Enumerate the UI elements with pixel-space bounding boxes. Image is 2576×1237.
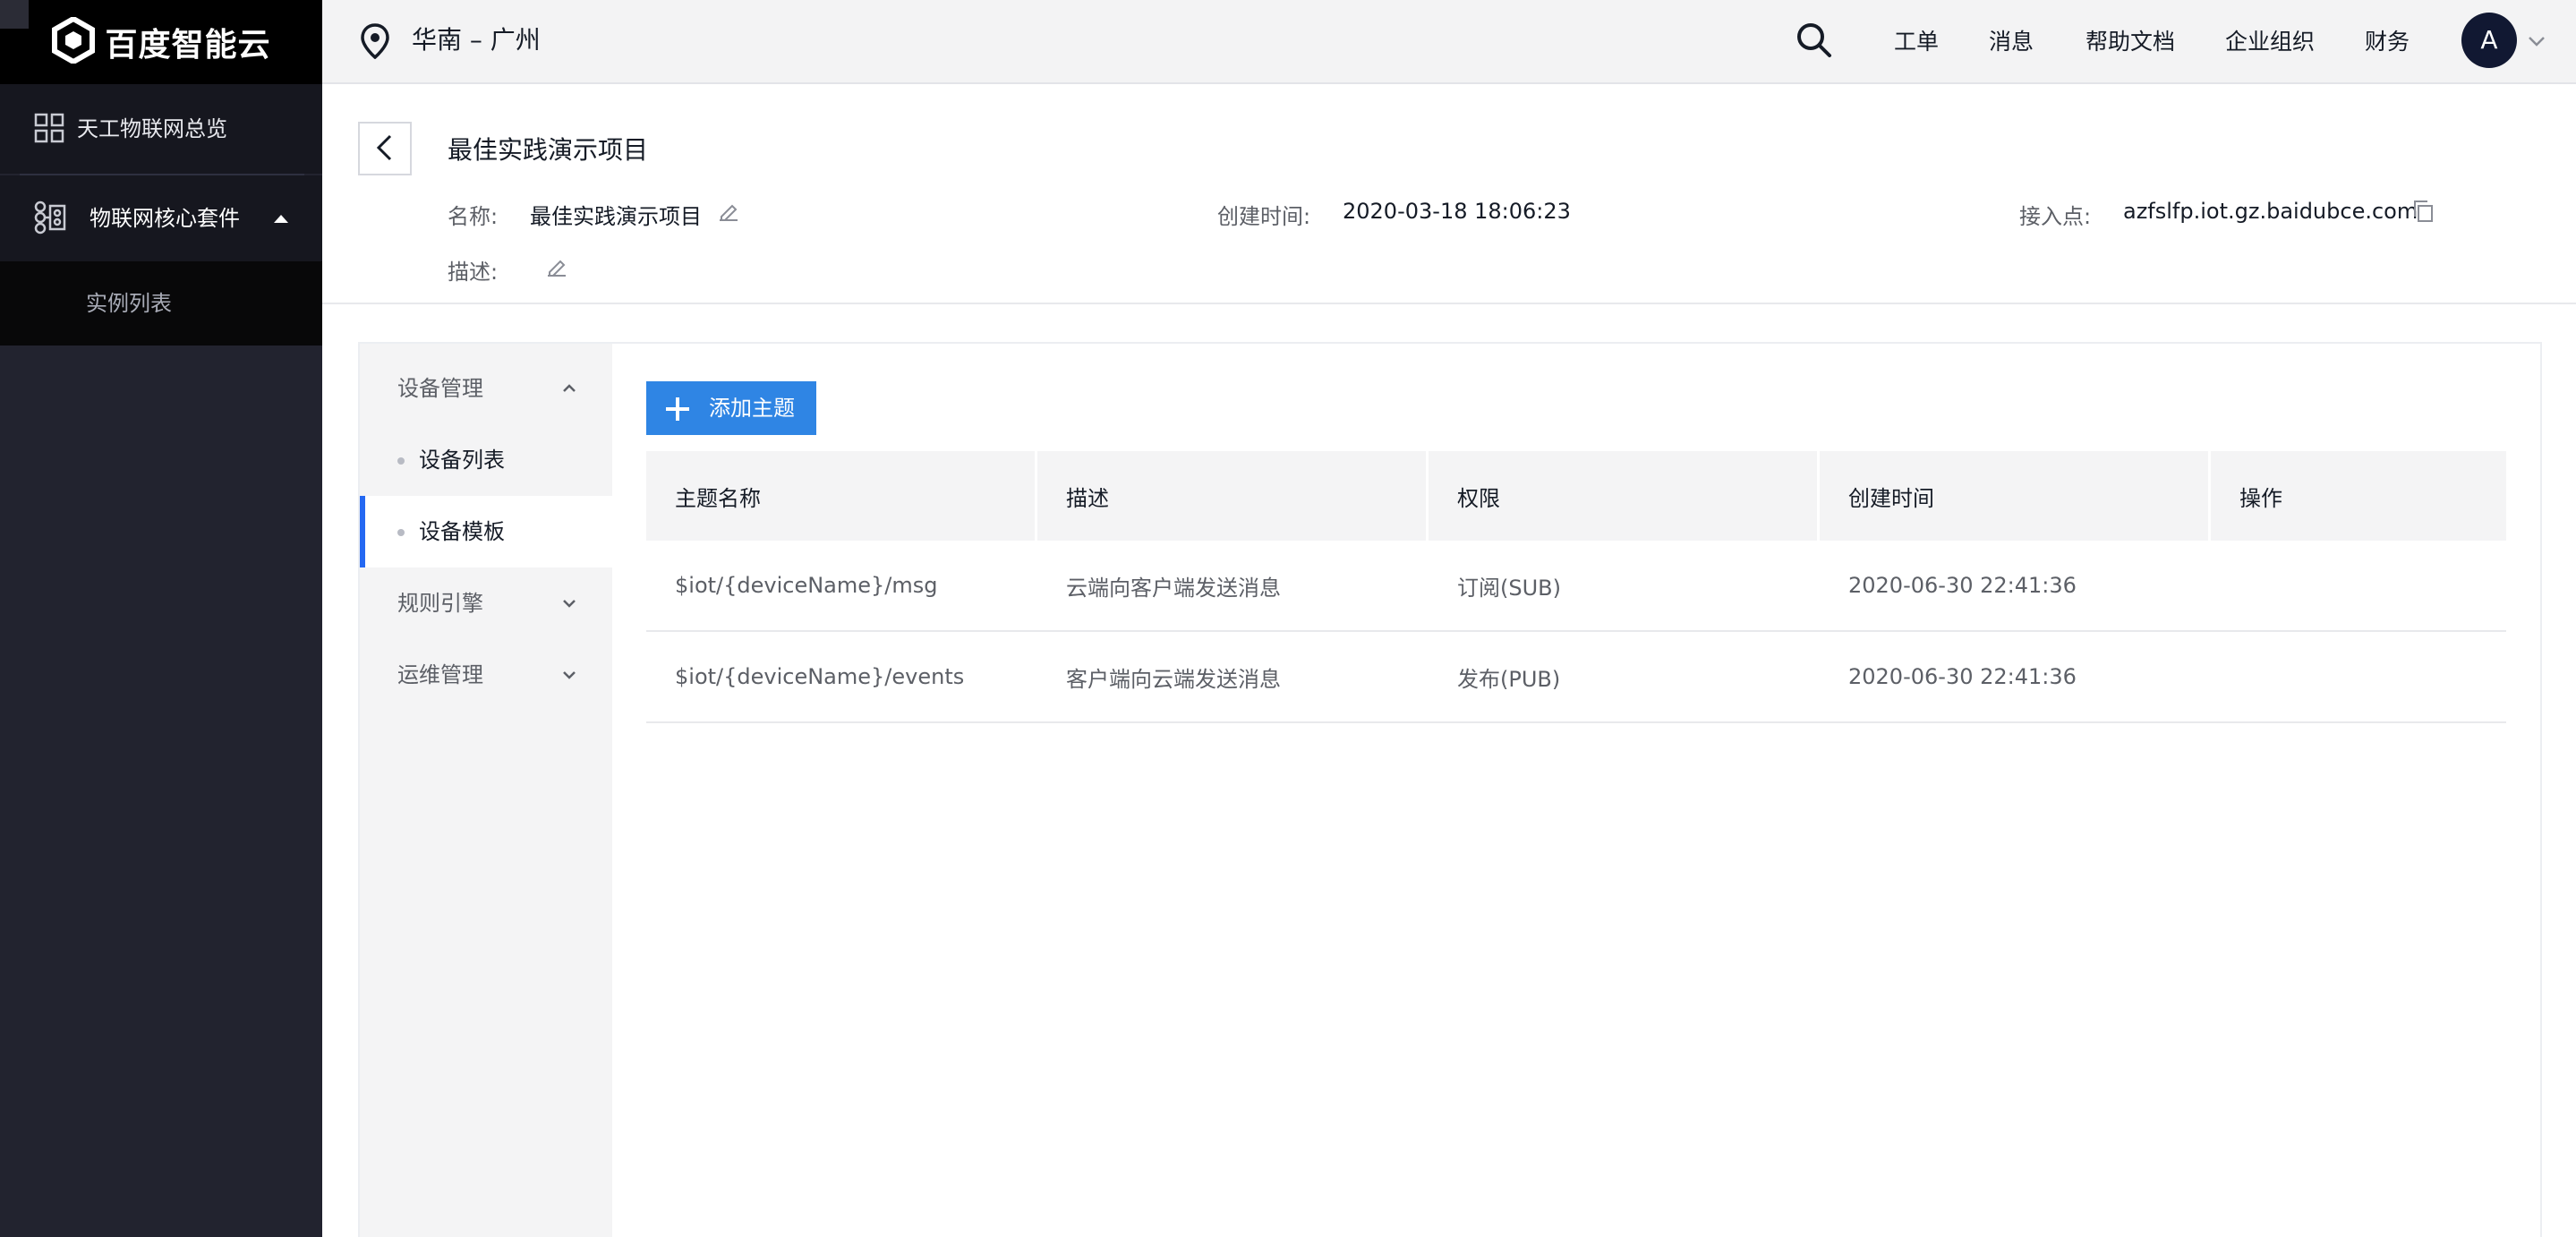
table-row: $iot/{deviceName}/msg 云端向客户端发送消息 订阅(SUB)… — [646, 541, 2506, 632]
menu-organization[interactable]: 企业组织 — [2225, 0, 2315, 84]
subnav-group-rule-engine[interactable]: 规则引擎 — [360, 567, 612, 639]
edit-icon[interactable] — [546, 256, 567, 281]
endpoint-label: 接入点: — [2019, 204, 2092, 229]
created-value: 2020-03-18 18:06:23 — [1343, 199, 1571, 224]
description-label: 描述: — [448, 260, 499, 285]
search-icon[interactable] — [1796, 21, 1833, 63]
menu-help-docs[interactable]: 帮助文档 — [2086, 0, 2175, 84]
brand-logo[interactable]: 百度智能云 — [0, 0, 322, 84]
sidebar-item-label: 物联网核心套件 — [90, 206, 240, 231]
sidebar-item-label: 天工物联网总览 — [77, 116, 227, 141]
location-pin-icon — [360, 23, 390, 63]
subnav-item-device-list[interactable]: 设备列表 — [360, 424, 612, 496]
plus-icon — [664, 396, 691, 428]
back-arrow-icon — [372, 133, 397, 165]
column-header-actions: 操作 — [2211, 451, 2506, 541]
bullet-dot — [397, 529, 405, 536]
chevron-up-icon[interactable] — [270, 208, 292, 233]
iot-core-icon — [34, 200, 66, 238]
subnav-group-label: 设备管理 — [397, 376, 483, 401]
sidebar-item-iot-core[interactable]: 物联网核心套件 — [0, 175, 322, 261]
top-bar: 华南 – 广州 工单 消息 帮助文档 企业组织 财务 A — [322, 0, 2576, 84]
cell-created-time: 2020-06-30 22:41:36 — [1820, 632, 2211, 723]
window-corner — [0, 0, 29, 29]
add-topic-label: 添加主题 — [709, 396, 795, 421]
column-header-description: 描述 — [1037, 451, 1429, 541]
cell-topic-name: $iot/{deviceName}/events — [646, 632, 1037, 723]
menu-ticket[interactable]: 工单 — [1894, 0, 1939, 84]
grid-icon — [34, 113, 64, 147]
subnav-group-device-mgmt[interactable]: 设备管理 — [360, 353, 612, 424]
copy-icon[interactable] — [2411, 199, 2435, 227]
chevron-down-icon[interactable] — [2526, 32, 2547, 54]
logo-icon — [51, 15, 96, 67]
endpoint-value: azfslfp.iot.gz.baidubce.com — [2123, 199, 2418, 224]
sidebar-item-instance-list[interactable]: 实例列表 — [0, 261, 322, 346]
sidebar: 百度智能云 天工物联网总览 物联网核心套件 实例列表 — [0, 0, 322, 1237]
subnav-group-label: 运维管理 — [397, 662, 483, 687]
cell-permission: 发布(PUB) — [1429, 632, 1820, 723]
cell-created-time: 2020-06-30 22:41:36 — [1820, 541, 2211, 632]
cell-topic-name: $iot/{deviceName}/msg — [646, 541, 1037, 632]
active-indicator — [360, 496, 365, 567]
back-button[interactable] — [358, 122, 412, 175]
avatar[interactable]: A — [2461, 13, 2517, 68]
subnav-group-label: 规则引擎 — [397, 591, 483, 616]
chevron-down-icon — [560, 596, 578, 614]
sidebar-item-overview[interactable]: 天工物联网总览 — [0, 84, 322, 174]
logo-text: 百度智能云 — [105, 27, 271, 64]
content-panel: 设备管理 设备列表 设备模板 规则引擎 运维管理 添加主题 主题名称 描述 权限… — [358, 342, 2542, 1237]
add-topic-button[interactable]: 添加主题 — [646, 381, 816, 435]
menu-messages[interactable]: 消息 — [1989, 0, 2034, 84]
subnav-item-label: 设备列表 — [419, 448, 505, 473]
edit-icon[interactable] — [718, 200, 739, 226]
chevron-up-icon — [560, 381, 578, 399]
page-title: 最佳实践演示项目 — [448, 135, 649, 165]
cell-description: 客户端向云端发送消息 — [1037, 632, 1429, 723]
bullet-dot — [397, 457, 405, 465]
name-label: 名称: — [448, 204, 499, 229]
menu-finance[interactable]: 财务 — [2365, 0, 2410, 84]
subnav-group-ops-mgmt[interactable]: 运维管理 — [360, 639, 612, 711]
project-header: 最佳实践演示项目 名称: 最佳实践演示项目 创建时间: 2020-03-18 1… — [322, 84, 2576, 304]
cell-permission: 订阅(SUB) — [1429, 541, 1820, 632]
region-selector[interactable]: 华南 – 广州 — [412, 0, 541, 81]
sidebar-item-label: 实例列表 — [86, 291, 172, 316]
created-label: 创建时间: — [1217, 204, 1311, 229]
table-row: $iot/{deviceName}/events 客户端向云端发送消息 发布(P… — [646, 632, 2506, 723]
name-value: 最佳实践演示项目 — [530, 204, 702, 229]
subnav-item-label: 设备模板 — [419, 519, 505, 544]
subnav-item-device-template[interactable]: 设备模板 — [360, 496, 612, 567]
topic-table: 主题名称 描述 权限 创建时间 操作 $iot/{deviceName}/msg… — [646, 451, 2506, 723]
cell-actions — [2211, 632, 2506, 723]
cell-actions — [2211, 541, 2506, 632]
column-header-topic-name: 主题名称 — [646, 451, 1037, 541]
cell-description: 云端向客户端发送消息 — [1037, 541, 1429, 632]
column-header-created-time: 创建时间 — [1820, 451, 2211, 541]
secondary-nav: 设备管理 设备列表 设备模板 规则引擎 运维管理 — [360, 344, 612, 1237]
chevron-down-icon — [560, 668, 578, 686]
table-header-row: 主题名称 描述 权限 创建时间 操作 — [646, 451, 2506, 541]
column-header-permission: 权限 — [1429, 451, 1820, 541]
